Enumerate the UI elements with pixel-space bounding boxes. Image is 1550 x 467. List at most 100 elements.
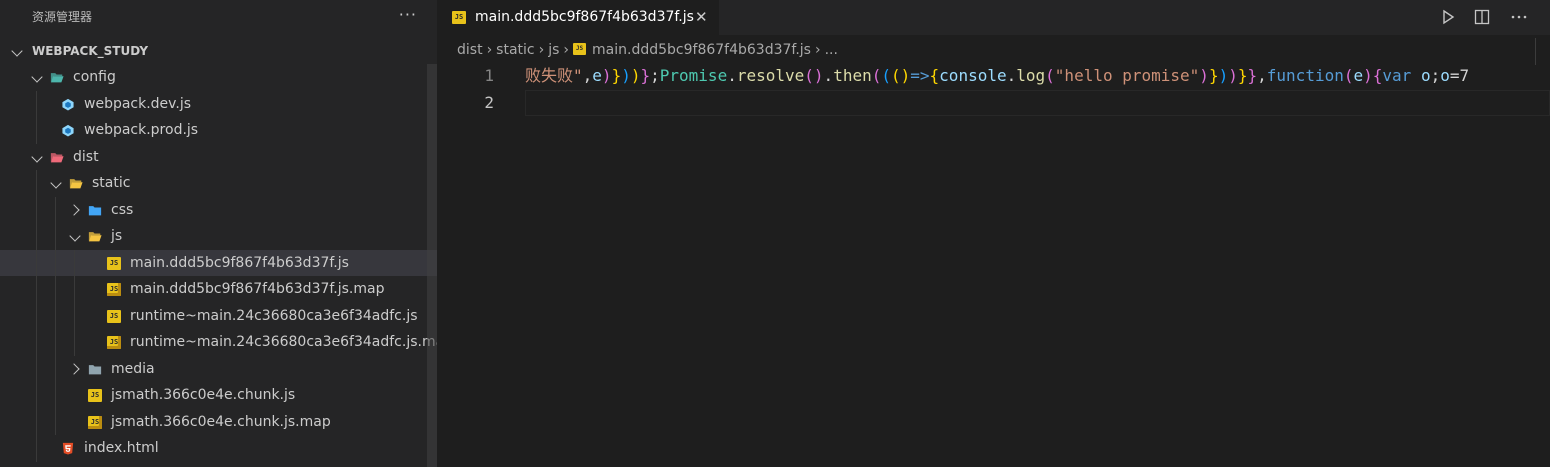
config-folder-icon: [50, 73, 64, 83]
more-actions-icon[interactable]: ···: [399, 0, 417, 35]
code-token: "hello promise": [1054, 66, 1200, 85]
tree-folder[interactable]: config: [0, 64, 437, 91]
tree-file[interactable]: webpack.prod.js: [0, 117, 437, 144]
tree-file[interactable]: JS main.ddd5bc9f867f4b63d37f.js.map: [0, 276, 437, 303]
code-text[interactable]: 败失败",e)}))};Promise.resolve().then((()=>…: [525, 63, 1550, 90]
code-token: 7: [1459, 66, 1470, 85]
breadcrumb: dist › static › js › JS main.ddd5bc9f867f4b63d3…: [437, 35, 1550, 63]
code-token: }: [640, 66, 651, 85]
chevron-down-icon[interactable]: [30, 144, 44, 171]
tree-folder[interactable]: js: [0, 223, 437, 250]
line-number: 1: [484, 66, 494, 85]
code-token: {: [1372, 66, 1383, 85]
indent-guide: [55, 302, 56, 329]
code-token: 败失败": [525, 66, 583, 85]
sidebar-scrollbar[interactable]: [427, 64, 437, 467]
tree-file[interactable]: JS main.ddd5bc9f867f4b63d37f.js: [0, 249, 437, 276]
tab-label: main.ddd5bc9f867f4b63d37f.js: [475, 9, 694, 25]
indent-guide: [55, 276, 56, 303]
indent-guide: [55, 382, 56, 409]
code-token: {: [929, 66, 940, 85]
indent-guide: [36, 90, 37, 117]
indent-guide: [55, 329, 56, 356]
chevron-down-icon[interactable]: [10, 38, 24, 64]
line-number: 2: [484, 92, 494, 112]
code-token: (): [804, 66, 824, 85]
indent-guide: [36, 329, 37, 356]
code-token: ): [1218, 66, 1229, 85]
tree-item-label: main.ddd5bc9f867f4b63d37f.js: [130, 254, 349, 271]
tree-folder[interactable]: static: [0, 170, 437, 197]
tab-main-js[interactable]: JS main.ddd5bc9f867f4b63d37f.js ✕: [437, 0, 720, 35]
tree-file[interactable]: JS jsmath.366c0e4e.chunk.js.map: [0, 408, 437, 435]
tree-item-label: webpack.dev.js: [84, 95, 192, 112]
tree-folder[interactable]: dist: [0, 144, 437, 171]
more-icon[interactable]: [1510, 9, 1528, 25]
css-folder-icon: [88, 205, 102, 215]
code-token: (): [891, 66, 911, 85]
chevron-down-icon[interactable]: [49, 170, 63, 197]
tree-item-label: runtime~main.24c36680ca3e6f34adfc.js.map: [130, 334, 437, 350]
indent-guide: [74, 249, 75, 276]
tree-item-label: index.html: [84, 440, 159, 456]
tree-root[interactable]: WEBPACK_STUDY: [0, 38, 437, 64]
js-map-file-icon: JS: [107, 283, 121, 296]
tree-file[interactable]: webpack.dev.js: [0, 90, 437, 117]
code-token: }: [611, 66, 622, 85]
code-token: (: [881, 66, 891, 85]
tree-item-label: js: [111, 228, 123, 244]
tree-file[interactable]: index.html: [0, 435, 437, 462]
js-file-icon: JS: [452, 11, 466, 24]
tree-item-label: jsmath.366c0e4e.chunk.js.map: [111, 413, 331, 430]
chevron-down-icon[interactable]: [30, 64, 44, 91]
tree-file[interactable]: JS runtime~main.24c36680ca3e6f34adfc.js: [0, 302, 437, 329]
indent-guide: [36, 276, 37, 303]
chevron-right-icon: ›: [486, 42, 493, 58]
js-folder-icon: [88, 232, 102, 242]
split-editor-icon[interactable]: [1474, 9, 1490, 25]
folder-open-icon: [69, 179, 83, 189]
chevron-right-icon: ›: [538, 42, 545, 58]
close-icon[interactable]: ✕: [695, 0, 708, 35]
code-token: ,: [582, 66, 593, 85]
indent-guide: [55, 355, 56, 382]
code-token: ;: [1430, 66, 1441, 85]
explorer-title: 资源管理器: [32, 10, 93, 24]
breadcrumb-file[interactable]: main.ddd5bc9f867f4b63d37f.js: [592, 42, 811, 58]
breadcrumb-static[interactable]: static: [496, 42, 534, 58]
code-token: e: [592, 66, 602, 85]
indent-guide: [36, 249, 37, 276]
tree-file[interactable]: JS runtime~main.24c36680ca3e6f34adfc.js.m…: [0, 329, 437, 356]
code-token: ): [621, 66, 631, 85]
tree-file[interactable]: JS jsmath.366c0e4e.chunk.js: [0, 382, 437, 409]
run-icon[interactable]: [1440, 9, 1456, 25]
chevron-right-icon: ›: [563, 42, 570, 58]
code-token: }: [1247, 66, 1258, 85]
tree-folder[interactable]: media: [0, 355, 437, 383]
code-line-1[interactable]: 1 败失败",e)}))};Promise.resolve().then((()…: [437, 63, 1550, 90]
breadcrumb-js[interactable]: js: [548, 42, 559, 58]
chevron-right-icon: ›: [814, 42, 821, 58]
indent-guide: [74, 276, 75, 303]
chevron-right-icon[interactable]: [67, 197, 82, 224]
breadcrumb-symbols[interactable]: ...: [825, 42, 838, 58]
tree-item-label: css: [111, 201, 134, 218]
code-token: ;: [650, 66, 660, 85]
code-token: .: [727, 66, 737, 85]
indent-guide: [36, 302, 37, 329]
code-token: ): [1363, 66, 1373, 85]
tree-item-label: webpack.prod.js: [84, 122, 199, 138]
breadcrumb-dist[interactable]: dist: [457, 42, 483, 58]
chevron-down-icon[interactable]: [68, 223, 82, 250]
tree-item-label: main.ddd5bc9f867f4b63d37f.js.map: [130, 281, 385, 297]
js-file-icon: JS: [107, 256, 121, 270]
code-token: ): [1228, 66, 1238, 85]
code-token: ): [1199, 66, 1209, 85]
tree-folder[interactable]: css: [0, 196, 437, 224]
chevron-right-icon[interactable]: [67, 356, 82, 383]
code-line-2[interactable]: 2: [437, 90, 1550, 117]
tree-item-label: runtime~main.24c36680ca3e6f34adfc.js: [130, 307, 418, 324]
code-token: var: [1382, 66, 1412, 85]
code-editor[interactable]: 1 败失败",e)}))};Promise.resolve().then((()…: [437, 63, 1550, 467]
